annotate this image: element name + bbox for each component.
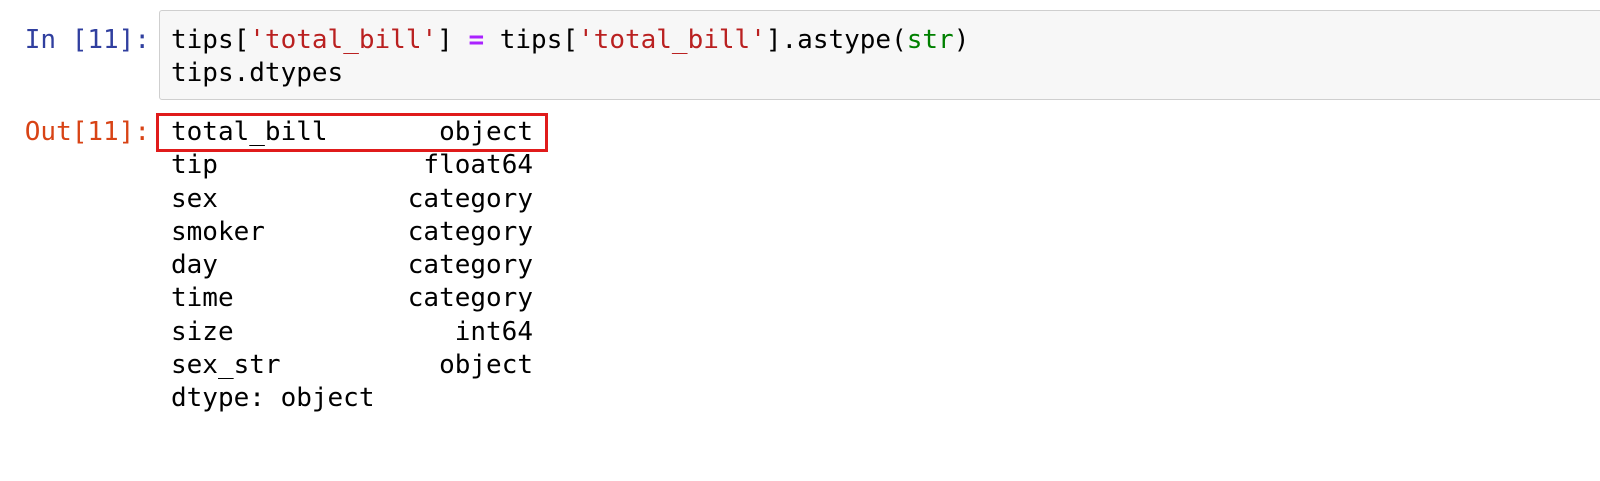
column-dtype: float64 (423, 150, 533, 181)
dtype-row: tip float64 (171, 149, 533, 182)
code-builtin: str (906, 25, 954, 55)
code-line-2: tips.dtypes (171, 58, 344, 88)
code-token: tips[ (484, 25, 579, 55)
dtype-row: sex category (171, 183, 533, 216)
notebook-cell: In [11]: tips['total_bill'] = tips['tota… (0, 0, 1600, 442)
dtype-row: sex_str object (171, 349, 533, 382)
code-token: tips[ (171, 25, 250, 55)
column-dtype: category (407, 183, 533, 214)
code-line-1: tips['total_bill'] = tips['total_bill'].… (171, 24, 969, 57)
code-string: 'total_bill' (249, 25, 438, 55)
output-prompt: Out[11]: (24, 117, 150, 147)
column-dtype: object (439, 350, 533, 381)
dtype-row: smoker category (171, 216, 533, 249)
column-dtype: object (439, 117, 533, 147)
code-token: ].astype( (765, 25, 907, 55)
dtype-row: day category (171, 249, 533, 282)
dtype-footer: dtype: object (171, 382, 375, 415)
code-operator: = (468, 25, 485, 55)
column-dtype: category (407, 216, 533, 247)
output-area: total_bill object tip float64 sex catego… (171, 116, 533, 416)
code-token: ] (437, 25, 469, 55)
dtype-row: total_bill object (171, 116, 533, 149)
column-dtype: category (407, 250, 533, 281)
code-string: 'total_bill' (578, 25, 766, 55)
dtype-row: size int64 (171, 316, 533, 349)
code-input-area[interactable]: tips['total_bill'] = tips['total_bill'].… (159, 10, 1600, 100)
column-dtype: category (407, 283, 533, 314)
column-dtype: int64 (454, 316, 533, 347)
dtype-row: time category (171, 282, 533, 315)
footer-text: dtype: object (171, 383, 375, 414)
input-prompt: In [11]: (24, 25, 150, 55)
code-token: ) (953, 25, 970, 55)
